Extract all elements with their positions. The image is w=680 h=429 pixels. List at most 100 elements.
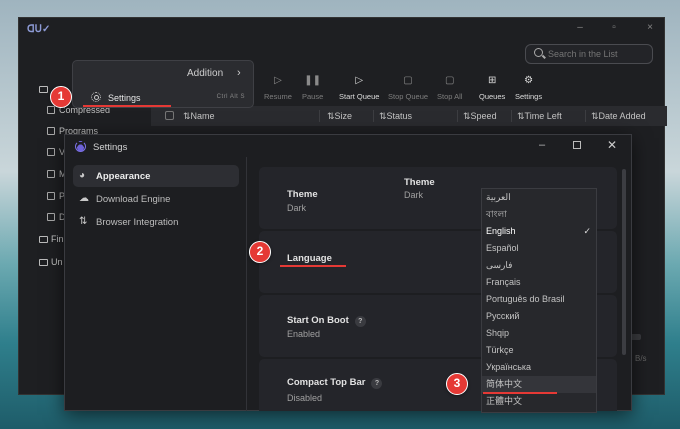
close-button[interactable]: ✕ <box>607 138 617 152</box>
column-date-added-label: Date Added <box>598 111 646 121</box>
context-menu-settings-item[interactable]: Settings Ctrl Alt S <box>87 90 251 106</box>
language-option-label: Türkçe <box>486 345 514 355</box>
pause-label: Pause <box>302 92 324 101</box>
search-input[interactable] <box>548 49 648 59</box>
maximize-button[interactable] <box>573 141 581 149</box>
language-option[interactable]: العربية <box>482 189 596 206</box>
keyboard-shortcut: Ctrl Alt S <box>216 94 245 100</box>
help-icon[interactable]: ? <box>354 316 366 327</box>
start-queue-label: Start Queue <box>339 92 380 101</box>
sidebar-item-finished[interactable]: Fin <box>39 234 64 248</box>
settings-scrollbar[interactable] <box>622 169 626 355</box>
language-option-label: Shqip <box>486 328 510 338</box>
cloud-download-icon: ☁ <box>79 193 89 204</box>
step-marker-3: 3 <box>446 373 468 395</box>
start-queue-button[interactable]: ▷ Start Queue <box>339 75 380 102</box>
setting-value: Enabled <box>287 329 321 339</box>
language-option[interactable]: বাংলা <box>482 206 596 223</box>
main-titlebar: ᗡᑌ✓ – ▫ × <box>19 18 664 40</box>
language-option-hover[interactable]: 简体中文 <box>482 376 596 393</box>
language-option[interactable]: Русский <box>482 308 596 325</box>
language-option[interactable]: Shqip <box>482 325 596 342</box>
nav-item-appearance[interactable]: ◕ Appearance <box>73 165 239 187</box>
resume-button[interactable]: ▷ Resume <box>264 75 292 102</box>
settings-window-title: Settings <box>93 142 128 153</box>
column-time-left[interactable]: ⇅Time Left <box>517 111 562 122</box>
language-option[interactable]: Українська <box>482 359 596 376</box>
stop-all-button[interactable]: ▢ Stop All <box>437 75 463 102</box>
language-option[interactable]: Türkçe <box>482 342 596 359</box>
settings-toolbar-label: Settings <box>515 92 543 101</box>
main-minimize-button[interactable]: – <box>575 23 585 33</box>
search-box[interactable] <box>525 44 653 64</box>
column-divider <box>319 110 320 122</box>
context-menu-item-top[interactable]: Addition <box>187 68 223 79</box>
language-option-label: 正體中文 <box>486 396 523 406</box>
column-status[interactable]: ⇅Status <box>379 111 412 122</box>
column-divider <box>373 110 374 122</box>
app-logo: ᗡᑌ✓ <box>27 24 51 35</box>
context-menu: Addition › Settings Ctrl Alt S <box>72 60 254 108</box>
picture-icon <box>47 192 55 200</box>
app-logo-icon <box>75 141 86 152</box>
column-speed[interactable]: ⇅Speed <box>463 111 497 122</box>
stop-icon: ▢ <box>444 75 455 86</box>
step-marker-1: 1 <box>50 86 72 108</box>
main-close-button[interactable]: × <box>645 23 655 33</box>
program-icon <box>47 127 55 135</box>
play-icon: ▷ <box>355 75 364 86</box>
setting-value: Dark <box>287 203 307 213</box>
palette-icon: ◕ <box>79 170 86 181</box>
language-option-label: Français <box>486 277 521 287</box>
status-speed: B/s <box>635 354 647 363</box>
stop-icon: ▢ <box>403 75 413 86</box>
folder-icon <box>39 86 48 93</box>
language-option[interactable]: Español <box>482 240 596 257</box>
language-option-selected[interactable]: English ✓ <box>482 223 596 240</box>
settings-titlebar: Settings – ✕ <box>65 135 631 159</box>
language-option[interactable]: Português do Brasil <box>482 291 596 308</box>
stop-queue-label: Stop Queue <box>388 92 429 101</box>
select-all-checkbox[interactable] <box>165 111 174 120</box>
settings-toolbar-button[interactable]: ⚙ Settings <box>515 75 543 102</box>
setting-compact-top-bar-label: Compact Top Bar <box>287 377 366 388</box>
nav-item-label: Appearance <box>96 171 151 182</box>
sidebar-item-unfinished[interactable]: Un <box>39 257 63 271</box>
language-option[interactable]: فارسی <box>482 257 596 274</box>
queues-button[interactable]: ⊞ Queues <box>479 76 505 102</box>
column-status-label: Status <box>386 111 413 121</box>
stop-all-label: Stop All <box>437 92 463 101</box>
nav-item-browser-integration[interactable]: ⇅ Browser Integration <box>73 211 239 233</box>
sidebar-item-pictures[interactable]: P <box>47 191 65 203</box>
minimize-button[interactable]: – <box>539 139 545 151</box>
stop-queue-button[interactable]: ▢ Stop Queue <box>388 75 429 102</box>
sidebar-item-documents[interactable]: D <box>47 212 66 224</box>
setting-name: Compact Top Bar? <box>287 377 383 389</box>
nav-item-download-engine[interactable]: ☁ Download Engine <box>73 188 239 210</box>
play-icon: ▷ <box>274 75 282 86</box>
sidebar-item-videos[interactable]: V <box>47 147 65 159</box>
column-size-label: Size <box>334 111 353 121</box>
column-divider <box>457 110 458 122</box>
language-option[interactable]: Français <box>482 274 596 291</box>
gear-icon: ⚙ <box>524 75 534 86</box>
folder-icon <box>39 236 48 243</box>
context-menu-settings-label: Settings <box>108 93 141 103</box>
nav-divider <box>246 157 247 411</box>
language-option[interactable]: 正體中文 <box>482 393 596 410</box>
resume-label: Resume <box>264 92 292 101</box>
search-icon <box>534 48 543 57</box>
help-icon[interactable]: ? <box>371 378 383 389</box>
check-icon: ✓ <box>583 226 591 236</box>
language-option-label: বাংলা <box>486 209 507 219</box>
highlight-underline <box>280 265 346 267</box>
highlight-underline <box>83 105 171 107</box>
download-list-header: ⇅Name ⇅Size ⇅Status ⇅Speed ⇅Time Left ⇅D… <box>151 106 667 126</box>
column-size[interactable]: ⇅Size <box>327 111 352 122</box>
pause-button[interactable]: ❚❚ Pause <box>302 76 324 102</box>
gear-icon <box>91 92 101 102</box>
main-maximize-button[interactable]: ▫ <box>609 23 619 33</box>
column-date-added[interactable]: ⇅Date Added <box>591 111 646 122</box>
archive-icon <box>47 106 55 114</box>
column-name[interactable]: ⇅Name <box>183 111 215 122</box>
